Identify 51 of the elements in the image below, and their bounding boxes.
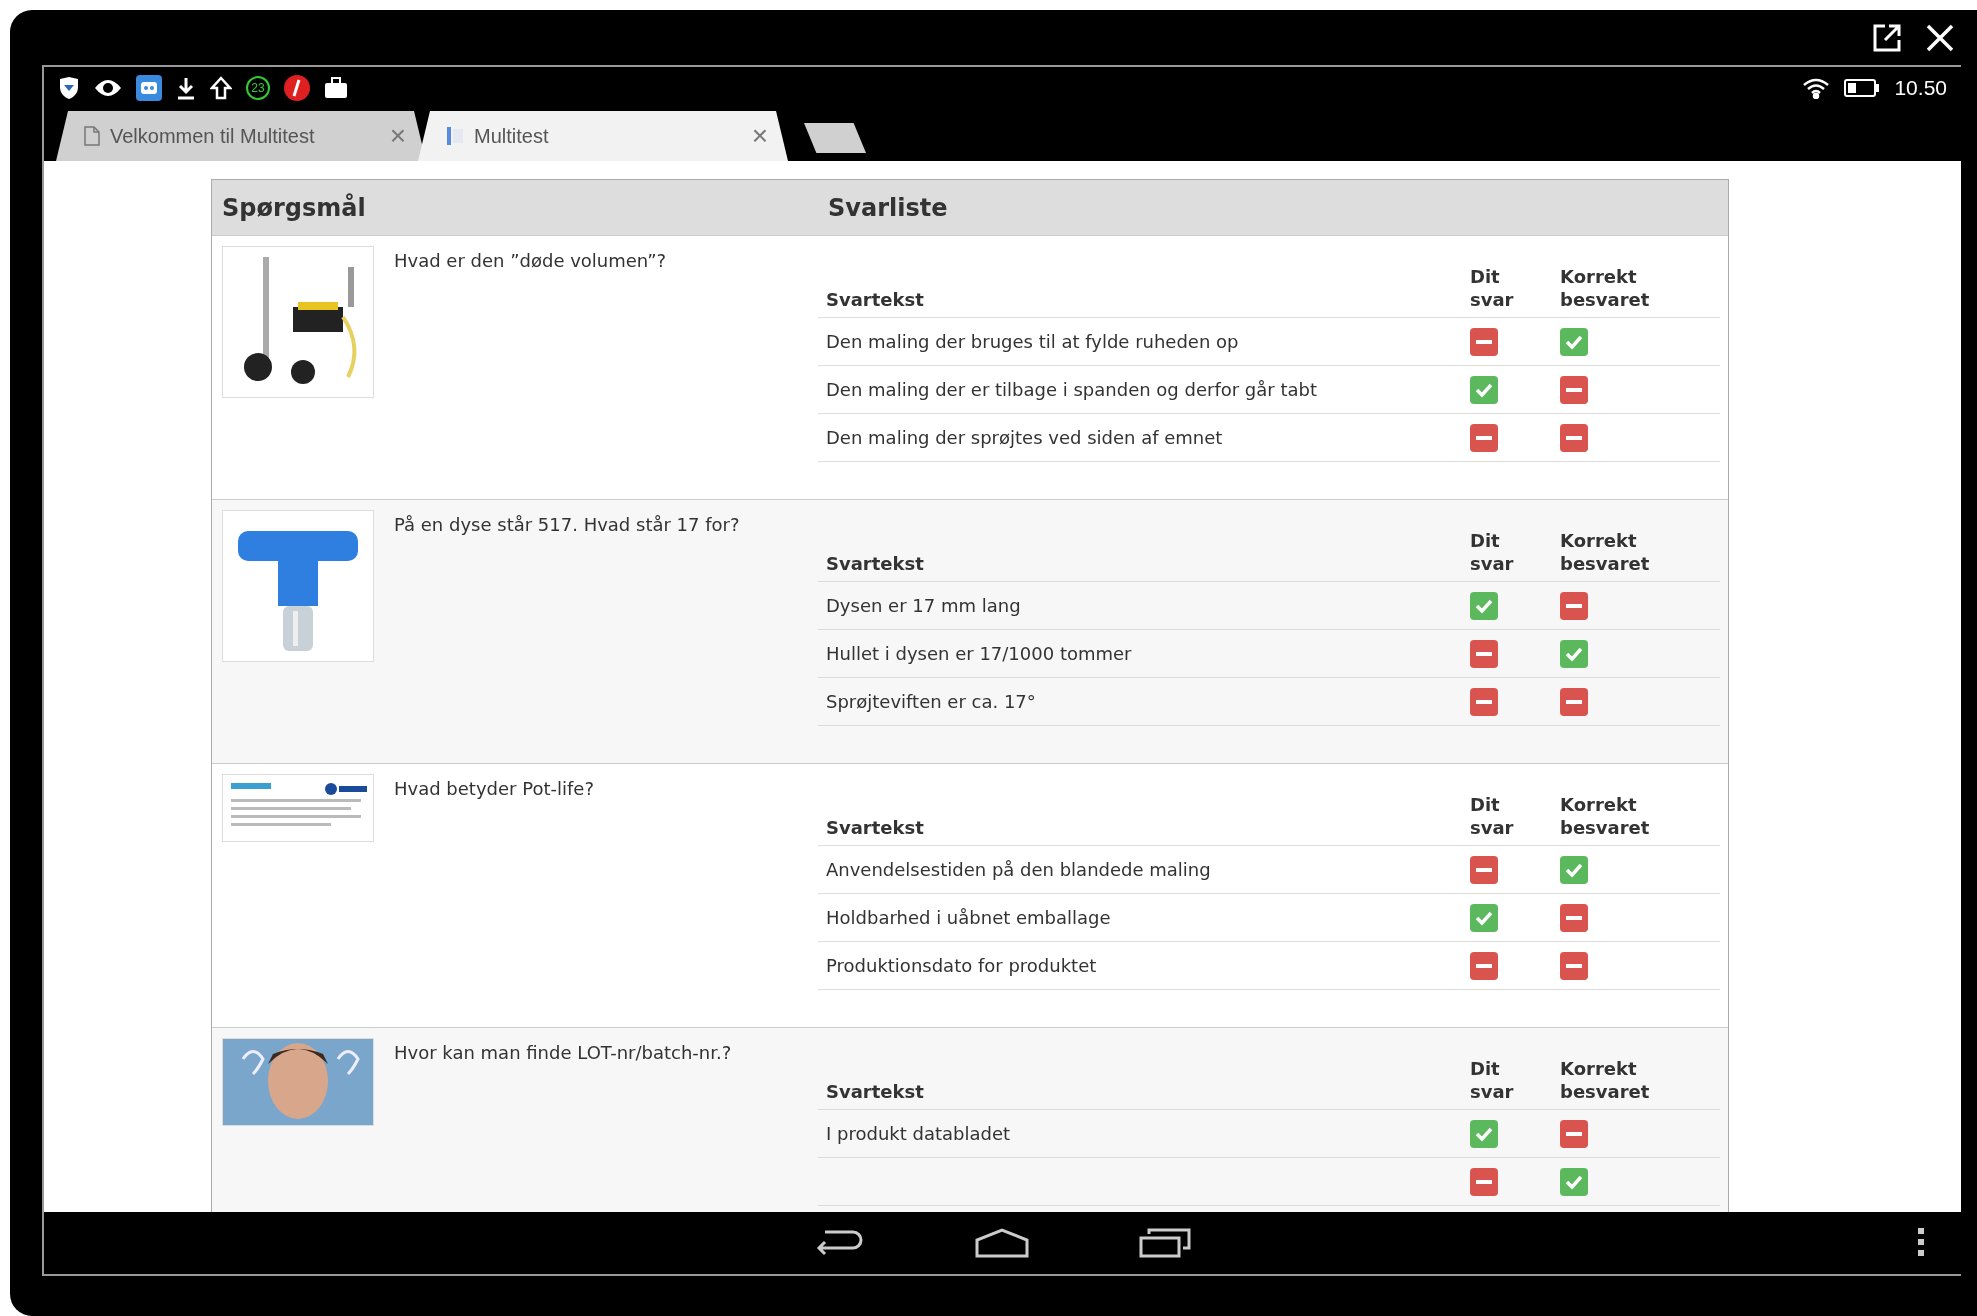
column-header: Dit svar [1462, 258, 1552, 318]
back-icon[interactable] [814, 1228, 865, 1258]
page-icon [84, 126, 100, 146]
column-header: Dit svar [1462, 522, 1552, 582]
column-header: Svartekst [818, 808, 1462, 846]
document-icon [446, 126, 464, 146]
column-header: Svarliste [827, 193, 949, 222]
close-tab-button[interactable]: × [745, 120, 774, 152]
column-header: Svartekst [818, 1072, 1462, 1110]
column-header: Svartekst [818, 280, 1462, 318]
answer-text: Den maling der sprøjtes ved siden af emnet [818, 414, 1462, 462]
answer-text: I produkt databladet [818, 1110, 1462, 1158]
battery-icon [1844, 78, 1881, 98]
answer-text: Dysen er 17 mm lang [818, 582, 1462, 630]
tab-title: Multitest [474, 124, 550, 148]
menu-icon[interactable] [1917, 1228, 1925, 1256]
column-header: Korrekt besvaret [1552, 1050, 1720, 1110]
shield-icon [58, 76, 80, 100]
notification-badge: 23 [246, 76, 270, 100]
question-text: Hvad betyder Pot-life? [394, 778, 594, 799]
tab-title: Velkommen til Multitest [110, 124, 316, 148]
home-icon[interactable] [974, 1228, 1029, 1258]
browser-tab[interactable]: Multitest × [418, 111, 788, 161]
question-text: Hvor kan man finde LOT-nr/batch-nr.? [394, 1042, 732, 1063]
wifi-icon [1802, 77, 1831, 99]
answer-text: Sprøjteviften er ca. 17° [818, 678, 1462, 726]
column-header: Dit svar [1462, 786, 1552, 846]
close-icon[interactable] [1925, 22, 1955, 53]
clock: 10.50 [1894, 76, 1947, 100]
eye-icon [94, 78, 122, 98]
close-tab-button[interactable]: × [383, 120, 412, 152]
question-text: Hvad er den ”døde volumen”? [394, 250, 667, 271]
briefcase-icon [324, 77, 348, 99]
download-icon [176, 76, 196, 100]
column-header: Korrekt besvaret [1552, 522, 1720, 582]
column-header: Korrekt besvaret [1552, 786, 1720, 846]
column-header: Spørgsmål [221, 193, 367, 222]
question-text: På en dyse står 517. Hvad står 17 for? [394, 514, 740, 535]
answer-text: Holdbarhed i uåbnet emballage [818, 894, 1462, 942]
answer-text: Den maling der bruges til at fylde ruheden op [818, 318, 1462, 366]
column-header: Dit svar [1462, 1050, 1552, 1110]
upload-icon [210, 76, 232, 100]
answer-text: Anvendelsestiden på den blandede maling [818, 846, 1462, 894]
column-header: Svartekst [818, 544, 1462, 582]
answer-text: Den maling der er tilbage i spanden og derfor går tabt [818, 366, 1462, 414]
app-icon [136, 75, 162, 101]
app-badge-icon [284, 75, 310, 101]
answer-text: Produktionsdato for produktet [818, 942, 1462, 990]
column-header: Korrekt besvaret [1552, 258, 1720, 318]
recents-icon[interactable] [1138, 1228, 1191, 1258]
answer-text: Hullet i dysen er 17/1000 tommer [818, 630, 1462, 678]
